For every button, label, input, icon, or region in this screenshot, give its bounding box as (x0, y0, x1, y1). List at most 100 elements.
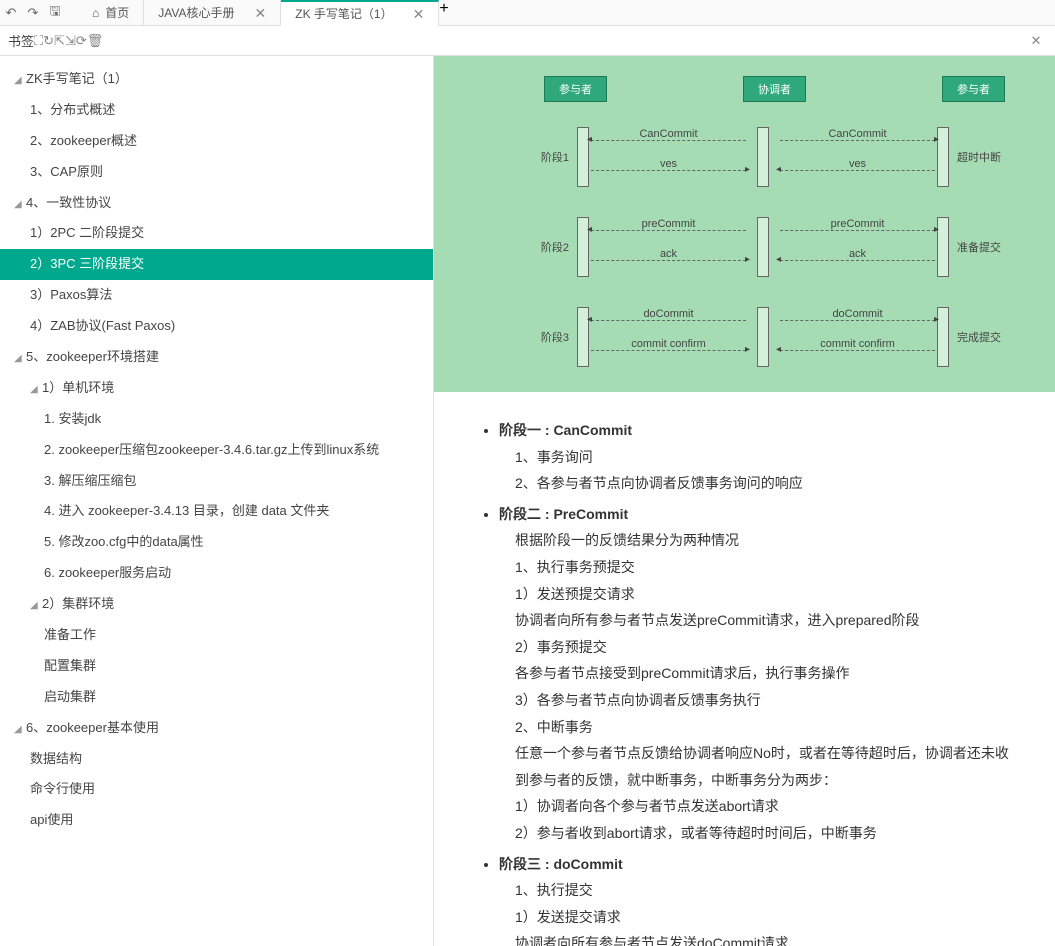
tree-item-24[interactable]: api使用 (0, 805, 433, 836)
stage-line: 任意一个参与者节点反馈给协调者响应No时，或者在等待超时后，协调者还未收到参与者… (499, 740, 1020, 793)
tree-item-8[interactable]: 4）ZAB协议(Fast Paxos) (0, 311, 433, 342)
tree-item-label: api使用 (30, 812, 73, 827)
caret-icon: ◢ (14, 74, 24, 87)
save-icon[interactable]: 🖫 (44, 2, 66, 24)
tree-item-label: 3）Paxos算法 (30, 287, 112, 302)
tree-item-4[interactable]: ◢4、一致性协议 (0, 188, 433, 219)
stage-line: 2）参与者收到abort请求，或者等待超时时间后，中断事务 (499, 820, 1020, 847)
phase-label: 阶段2 (524, 239, 569, 255)
tree-item-label: 1）单机环境 (42, 380, 114, 395)
stage-intro: 根据阶段一的反馈结果分为两种情况 (499, 527, 1020, 554)
tree-item-17[interactable]: ◢2）集群环境 (0, 589, 433, 620)
tree-item-16[interactable]: 6. zookeeper服务启动 (0, 558, 433, 589)
tree-item-label: 1. 安装jdk (44, 411, 101, 426)
tab-0[interactable]: JAVA核心手册 ✕ (144, 0, 281, 26)
bookmark-tool-3-icon[interactable]: ⇲ (65, 33, 76, 48)
bookmark-tool-1-icon[interactable]: ↻ (43, 33, 54, 48)
tree-item-6[interactable]: 2）3PC 三阶段提交 (0, 249, 433, 280)
tree-item-13[interactable]: 3. 解压缩压缩包 (0, 466, 433, 497)
sequence-diagram: 参与者协调者参与者阶段1CanCommitvesCanCommitves超时中断… (434, 56, 1055, 392)
arrow: ack (780, 248, 935, 261)
lifeline-box (757, 217, 769, 277)
tree-item-1[interactable]: 1、分布式概述 (0, 95, 433, 126)
tree-item-10[interactable]: ◢1）单机环境 (0, 373, 433, 404)
bookmark-tool-2-icon[interactable]: ⇱ (54, 33, 65, 48)
tree-item-15[interactable]: 5. 修改zoo.cfg中的data属性 (0, 527, 433, 558)
tree-item-label: 3. 解压缩压缩包 (44, 473, 136, 488)
close-panel-icon[interactable]: ✕ (1025, 33, 1047, 49)
tree-item-label: 2）集群环境 (42, 596, 114, 611)
stage-line: 2、中断事务 (499, 714, 1020, 741)
phase-0: 阶段1CanCommitvesCanCommitves超时中断 (524, 122, 1005, 192)
tree-item-12[interactable]: 2. zookeeper压缩包zookeeper-3.4.6.tar.gz上传到… (0, 435, 433, 466)
tree-item-label: ZK手写笔记（1） (26, 71, 128, 86)
stage-line: 1、事务询问 (499, 444, 1020, 471)
close-icon[interactable]: ✕ (255, 0, 267, 26)
bookmark-tool-4-icon[interactable]: ⟳ (76, 33, 87, 48)
tree-item-18[interactable]: 准备工作 (0, 620, 433, 651)
top-toolbar: ↶ ↷ 🖫 ⌂ 首页 JAVA核心手册 ✕ ZK 手写笔记（1） ✕ + (0, 0, 1055, 26)
arrow: doCommit (591, 308, 746, 321)
lifeline-box (757, 307, 769, 367)
actor-1: 协调者 (743, 76, 806, 102)
tree-item-7[interactable]: 3）Paxos算法 (0, 280, 433, 311)
tree-item-19[interactable]: 配置集群 (0, 651, 433, 682)
tree-item-label: 2. zookeeper压缩包zookeeper-3.4.6.tar.gz上传到… (44, 442, 379, 457)
tree-item-label: 2、zookeeper概述 (30, 133, 137, 148)
tree-item-label: 3、CAP原则 (30, 164, 103, 179)
phase-note: 超时中断 (957, 149, 1005, 165)
stage-line: 1、执行事务预提交 (499, 554, 1020, 581)
stage-2: 阶段三 : doCommit1、执行提交1）发送提交请求协调者向所有参与者节点发… (499, 851, 1020, 946)
bookmark-tool-5-icon[interactable]: 🗑 (87, 33, 104, 48)
stage-line: 1、执行提交 (499, 877, 1020, 904)
tree-item-0[interactable]: ◢ZK手写笔记（1） (0, 64, 433, 95)
tree-item-label: 配置集群 (44, 658, 96, 673)
tree-item-label: 5. 修改zoo.cfg中的data属性 (44, 534, 204, 549)
tree-item-2[interactable]: 2、zookeeper概述 (0, 126, 433, 157)
content-pane[interactable]: 参与者协调者参与者阶段1CanCommitvesCanCommitves超时中断… (434, 56, 1055, 946)
stage-line: 各参与者节点接受到preCommit请求后，执行事务操作 (499, 660, 1020, 687)
tree-item-22[interactable]: 数据结构 (0, 744, 433, 775)
tree-item-23[interactable]: 命令行使用 (0, 774, 433, 805)
tree-item-9[interactable]: ◢5、zookeeper环境搭建 (0, 342, 433, 373)
tree-item-14[interactable]: 4. 进入 zookeeper-3.4.13 目录，创建 data 文件夹 (0, 496, 433, 527)
tab-home-label: 首页 (105, 0, 129, 26)
caret-icon: ◢ (30, 599, 40, 612)
stage-title: 阶段三 : doCommit (499, 851, 1020, 878)
tab-label: JAVA核心手册 (158, 0, 234, 26)
home-icon: ⌂ (92, 0, 99, 26)
phase-note: 完成提交 (957, 329, 1005, 345)
add-tab-icon[interactable]: + (439, 0, 448, 26)
stage-line: 协调者向所有参与者节点发送doCommit请求 (499, 930, 1020, 946)
tree-item-11[interactable]: 1. 安装jdk (0, 404, 433, 435)
stage-line: 协调者向所有参与者节点发送preCommit请求，进入prepared阶段 (499, 607, 1020, 634)
arrow: ves (591, 158, 746, 171)
stage-title: 阶段二 : PreCommit (499, 501, 1020, 528)
bookmark-tool-0-icon[interactable]: ⛶ (34, 33, 43, 48)
arrow: preCommit (591, 218, 746, 231)
tab-label: ZK 手写笔记（1） (295, 1, 392, 27)
tree-item-20[interactable]: 启动集群 (0, 682, 433, 713)
redo-icon[interactable]: ↷ (22, 5, 44, 21)
tree-item-label: 5、zookeeper环境搭建 (26, 349, 159, 364)
phase-label: 阶段1 (524, 149, 569, 165)
arrow: commit confirm (591, 338, 746, 351)
outline-sidebar[interactable]: ◢ZK手写笔记（1）1、分布式概述2、zookeeper概述3、CAP原则◢4、… (0, 56, 434, 946)
tree-item-5[interactable]: 1）2PC 二阶段提交 (0, 218, 433, 249)
workspace: ◢ZK手写笔记（1）1、分布式概述2、zookeeper概述3、CAP原则◢4、… (0, 56, 1055, 946)
tree-item-label: 6. zookeeper服务启动 (44, 565, 171, 580)
caret-icon: ◢ (14, 352, 24, 365)
article-body: 阶段一 : CanCommit1、事务询问2、各参与者节点向协调者反馈事务询问的… (434, 392, 1055, 946)
tree-item-21[interactable]: ◢6、zookeeper基本使用 (0, 713, 433, 744)
tree-item-label: 命令行使用 (30, 781, 95, 796)
undo-icon[interactable]: ↶ (0, 5, 22, 21)
stage-line: 1）协调者向各个参与者节点发送abort请求 (499, 793, 1020, 820)
close-icon[interactable]: ✕ (413, 1, 425, 27)
tree-item-3[interactable]: 3、CAP原则 (0, 157, 433, 188)
tab-1[interactable]: ZK 手写笔记（1） ✕ (281, 0, 439, 26)
tab-home[interactable]: ⌂ 首页 (78, 0, 144, 26)
actor-2: 参与者 (942, 76, 1005, 102)
arrow: CanCommit (591, 128, 746, 141)
arrow: doCommit (780, 308, 935, 321)
phase-1: 阶段2preCommitackpreCommitack准备提交 (524, 212, 1005, 282)
